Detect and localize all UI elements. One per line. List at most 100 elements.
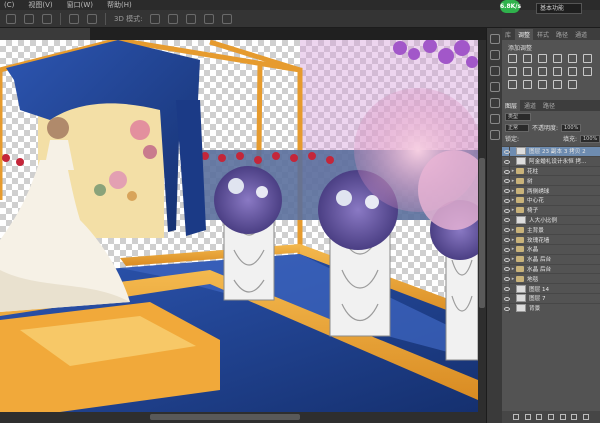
- layer-row[interactable]: ▸ 主背景: [502, 224, 600, 235]
- visibility-eye-icon[interactable]: [502, 205, 510, 215]
- invert-icon[interactable]: [508, 80, 517, 89]
- layer-row[interactable]: ▸ 花柱: [502, 165, 600, 176]
- 3d-pan-icon[interactable]: [186, 13, 197, 24]
- layer-row[interactable]: ▸ 玫瑰花墙: [502, 234, 600, 244]
- vertical-scroll-thumb[interactable]: [479, 158, 485, 308]
- visibility-eye-icon[interactable]: [502, 146, 510, 156]
- visibility-eye-icon[interactable]: [502, 284, 510, 293]
- visibility-eye-icon[interactable]: [502, 303, 510, 313]
- placeholder-icon[interactable]: [583, 54, 592, 63]
- tab-adjustments[interactable]: 调整: [515, 29, 534, 40]
- opacity-label: 不透明度:: [532, 125, 559, 132]
- character-icon[interactable]: [489, 82, 500, 92]
- 3d-scale-icon[interactable]: [222, 13, 233, 24]
- info-icon[interactable]: [489, 114, 500, 124]
- layer-row[interactable]: ▸ 两侧绣球: [502, 185, 600, 195]
- tab-layer-channels[interactable]: 通道: [521, 100, 539, 111]
- posterize-icon[interactable]: [523, 80, 532, 89]
- visibility-eye-icon[interactable]: [502, 215, 510, 225]
- visibility-eye-icon[interactable]: [502, 166, 510, 176]
- fill-input[interactable]: 100%: [580, 134, 600, 143]
- visibility-eye-icon[interactable]: [502, 176, 510, 186]
- horizontal-scroll-thumb[interactable]: [150, 414, 300, 420]
- channel-mixer-icon[interactable]: [568, 67, 577, 76]
- black-white-icon[interactable]: [538, 67, 547, 76]
- brush-icon[interactable]: [489, 66, 500, 76]
- swatches-icon[interactable]: [489, 130, 500, 140]
- layer-row[interactable]: ▸ 水晶: [502, 243, 600, 254]
- visibility-eye-icon[interactable]: [502, 244, 510, 254]
- distribute-vertical-icon[interactable]: [87, 13, 97, 24]
- 3d-slide-icon[interactable]: [204, 13, 215, 24]
- visibility-eye-icon[interactable]: [502, 254, 510, 264]
- photo-filter-icon[interactable]: [553, 67, 562, 76]
- paragraph-icon[interactable]: [489, 98, 500, 108]
- distribute-icon[interactable]: [69, 13, 79, 24]
- new-layer-icon[interactable]: [571, 414, 578, 420]
- horizontal-scrollbar[interactable]: [0, 412, 486, 423]
- tab-layers[interactable]: 图层: [502, 100, 521, 111]
- tab-styles[interactable]: 样式: [534, 29, 552, 40]
- menu-item-c[interactable]: (C): [4, 1, 14, 9]
- visibility-eye-icon[interactable]: [502, 225, 510, 235]
- visibility-eye-icon[interactable]: [502, 293, 510, 303]
- threshold-icon[interactable]: [538, 80, 547, 89]
- adjustment-layer-icon[interactable]: [547, 414, 554, 420]
- curves-icon[interactable]: [538, 54, 547, 63]
- brightness-icon[interactable]: [508, 54, 517, 63]
- visibility-eye-icon[interactable]: [502, 274, 510, 284]
- workspace-select[interactable]: 基本功能: [536, 3, 582, 14]
- new-group-icon[interactable]: [559, 414, 566, 420]
- visibility-eye-icon[interactable]: [502, 186, 510, 195]
- visibility-eye-icon[interactable]: [502, 195, 510, 205]
- visibility-eye-icon[interactable]: [502, 235, 510, 244]
- opacity-input[interactable]: 100%: [561, 123, 582, 132]
- align-center-icon[interactable]: [24, 13, 34, 24]
- trash-icon[interactable]: [583, 414, 590, 420]
- history-icon[interactable]: [489, 34, 500, 44]
- layer-row[interactable]: 图层 23 副本 3 拷贝 2: [502, 146, 600, 156]
- visibility-eye-icon[interactable]: [502, 156, 510, 166]
- layer-row[interactable]: ▸ 中心花: [502, 194, 600, 205]
- layer-row[interactable]: ▸ 水晶 后台: [502, 263, 600, 274]
- color-lookup-icon[interactable]: [583, 67, 592, 76]
- layer-row[interactable]: 阿金婚礼设计永恒 拷...: [502, 155, 600, 166]
- 3d-roll-icon[interactable]: [168, 13, 179, 24]
- layer-row[interactable]: ▸ 地毯: [502, 273, 600, 284]
- properties-icon[interactable]: [489, 50, 500, 60]
- layer-row[interactable]: 图层 7: [502, 292, 600, 303]
- canvas[interactable]: [0, 40, 478, 412]
- tab-paths[interactable]: 路径: [553, 29, 571, 40]
- menu-item-view[interactable]: 视图(V): [28, 0, 52, 10]
- layer-row[interactable]: 背景: [502, 302, 600, 313]
- gradient-map-icon[interactable]: [553, 80, 562, 89]
- levels-icon[interactable]: [523, 54, 532, 63]
- color-balance-icon[interactable]: [523, 67, 532, 76]
- link-icon[interactable]: [512, 414, 519, 420]
- exposure-icon[interactable]: [553, 54, 562, 63]
- fx-icon[interactable]: [524, 414, 531, 420]
- align-right-icon[interactable]: [42, 13, 52, 24]
- visibility-eye-icon[interactable]: [502, 264, 510, 274]
- blend-mode-select[interactable]: 正常: [505, 123, 529, 132]
- tab-channels[interactable]: 通道: [572, 29, 590, 40]
- 3d-rotate-icon[interactable]: [150, 13, 161, 24]
- menu-item-help[interactable]: 帮助(H): [107, 0, 132, 10]
- layer-row[interactable]: ▸ 椅子: [502, 204, 600, 215]
- document-tab[interactable]: [0, 28, 90, 40]
- menu-item-window[interactable]: 窗口(W): [67, 0, 93, 10]
- selective-color-icon[interactable]: [568, 80, 577, 89]
- vertical-scrollbar[interactable]: [478, 40, 486, 412]
- mask-icon[interactable]: [536, 414, 543, 420]
- tab-layer-paths[interactable]: 路径: [540, 100, 558, 111]
- tab-library[interactable]: 库: [502, 29, 514, 40]
- layer-row[interactable]: 图层 14: [502, 283, 600, 293]
- layer-name: 主背景: [527, 227, 544, 234]
- layer-kind-select[interactable]: 类型: [505, 112, 531, 121]
- layer-row[interactable]: 人大小比例: [502, 214, 600, 225]
- align-left-icon[interactable]: [6, 13, 16, 24]
- vibrance-icon[interactable]: [568, 54, 577, 63]
- hue-saturation-icon[interactable]: [508, 67, 517, 76]
- layer-row[interactable]: ▸ 水晶 后台: [502, 253, 600, 264]
- layer-row[interactable]: ▸ 树: [502, 175, 600, 186]
